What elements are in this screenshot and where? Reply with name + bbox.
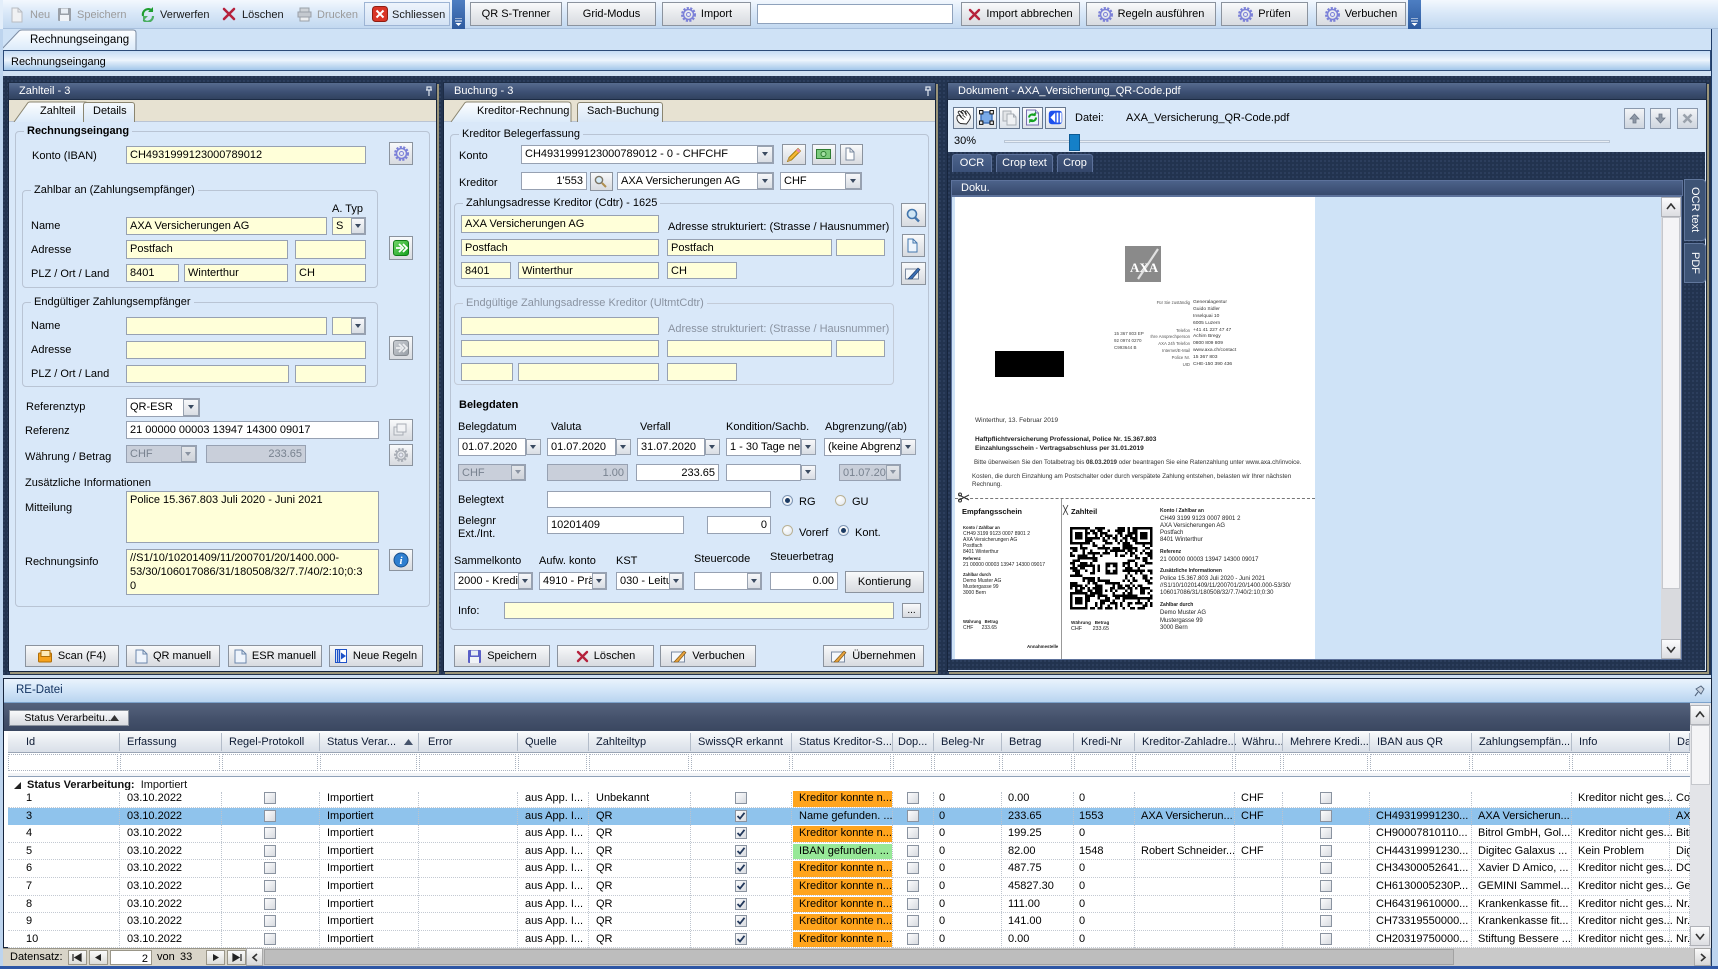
- svg-text:AXA: AXA: [1130, 260, 1159, 275]
